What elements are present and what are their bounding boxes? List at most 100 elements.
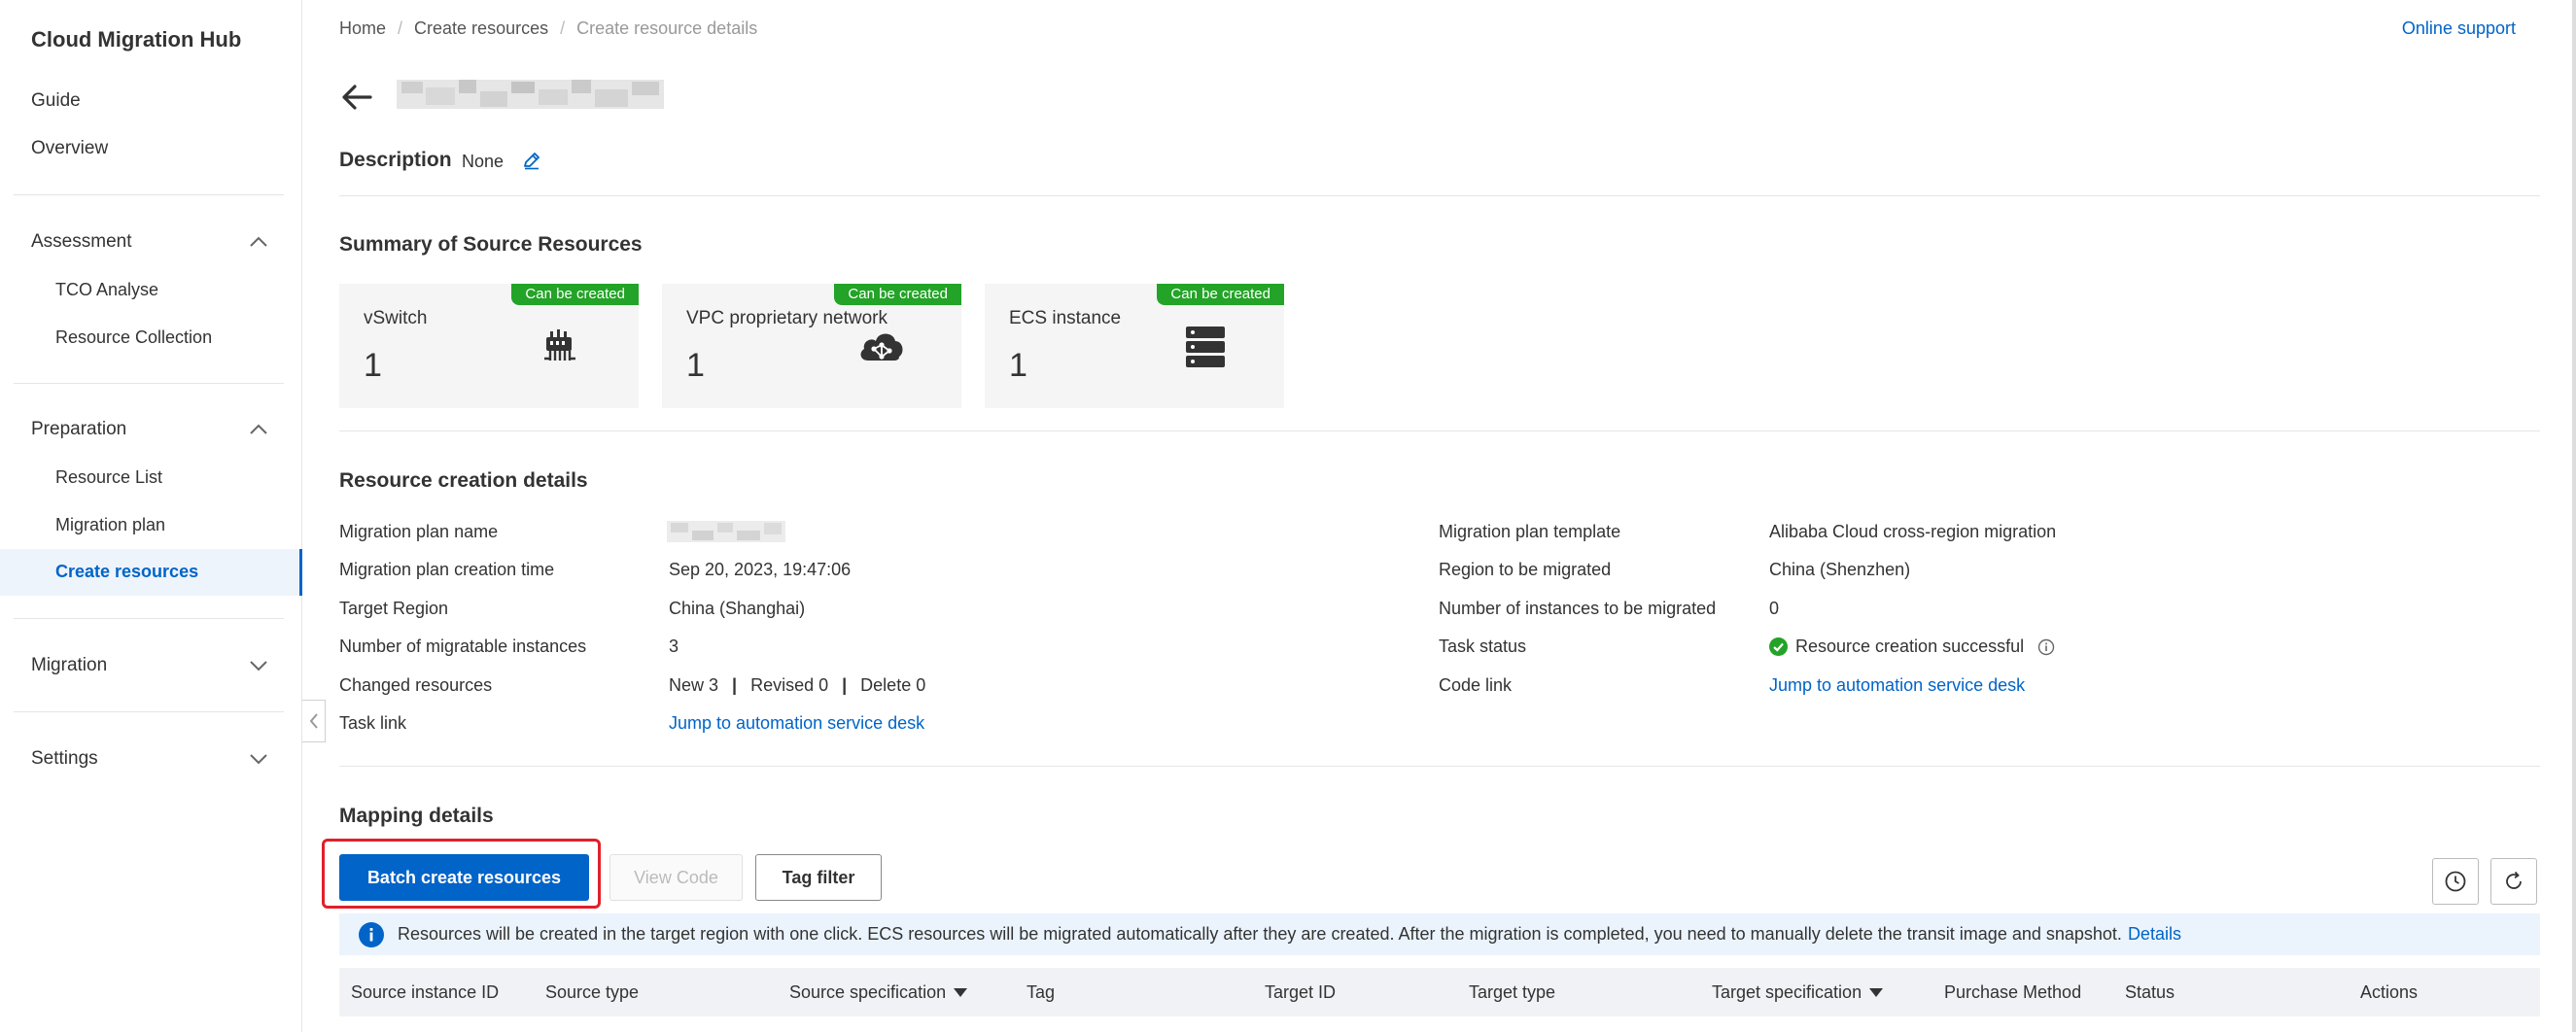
- task-status-label: Task status: [1439, 636, 1527, 656]
- chevron-up-icon: [250, 424, 267, 434]
- online-support-link[interactable]: Online support: [2402, 18, 2516, 39]
- card-label: VPC proprietary network: [686, 308, 888, 328]
- changed-revised: Revised 0: [750, 675, 829, 695]
- plan-name-redacted: [667, 521, 785, 542]
- breadcrumb-current: Create resource details: [576, 18, 758, 38]
- plan-template-value: Alibaba Cloud cross-region migration: [1769, 522, 2057, 541]
- changed-delete: Delete 0: [860, 675, 926, 695]
- code-link-label: Code link: [1439, 675, 1513, 695]
- instances-migrated-value: 0: [1769, 599, 1780, 618]
- vswitch-icon: [544, 329, 575, 361]
- sidebar-divider: [14, 194, 284, 195]
- breadcrumb-create-resources[interactable]: Create resources: [414, 18, 548, 39]
- column-target-specification[interactable]: Target specification: [1712, 982, 1884, 1003]
- card-value: 1: [364, 347, 382, 384]
- notice-details-link[interactable]: Details: [2128, 924, 2181, 945]
- breadcrumb-separator: /: [560, 18, 566, 38]
- column-tag: Tag: [1027, 982, 1055, 1003]
- sidebar-divider: [14, 383, 284, 384]
- info-icon: [359, 921, 384, 947]
- task-link[interactable]: Jump to automation service desk: [669, 713, 924, 734]
- cloud-network-icon: [860, 333, 903, 361]
- scrollbar[interactable]: [2572, 0, 2576, 1032]
- task-status-value: Resource creation successful: [1795, 636, 2025, 656]
- success-check-icon: [1769, 637, 1788, 656]
- sidebar-group-migration[interactable]: Migration: [31, 655, 269, 676]
- changed-resources-label: Changed resources: [339, 675, 493, 695]
- column-label: Tag: [1027, 982, 1056, 1002]
- notice-text: Resources will be created in the target …: [398, 924, 2122, 944]
- sidebar-collapse-button[interactable]: [302, 700, 326, 742]
- column-label: Source instance ID: [351, 982, 500, 1002]
- column-label: Target type: [1469, 982, 1556, 1002]
- column-source-specification[interactable]: Source specification: [789, 982, 968, 1003]
- sidebar-group-assessment[interactable]: Assessment: [31, 231, 269, 253]
- app-title: Cloud Migration Hub: [31, 27, 242, 52]
- sidebar-divider: [14, 618, 284, 619]
- summary-card-vswitch: Can be created vSwitch 1: [339, 284, 639, 408]
- clock-icon: [2445, 871, 2466, 892]
- chevron-up-icon: [250, 236, 267, 247]
- status-badge: Can be created: [834, 284, 961, 305]
- breadcrumb-home[interactable]: Home: [339, 18, 386, 39]
- migratable-instances-value: 3: [669, 636, 679, 656]
- column-status: Status: [2125, 982, 2175, 1003]
- back-arrow-icon[interactable]: [339, 82, 374, 113]
- sidebar-divider: [14, 711, 284, 712]
- target-region-label: Target Region: [339, 599, 449, 618]
- edit-icon[interactable]: [522, 151, 541, 170]
- description-value: None: [462, 152, 505, 171]
- tag-filter-button[interactable]: Tag filter: [755, 854, 882, 901]
- column-label: Status: [2125, 982, 2176, 1002]
- migratable-instances-label: Number of migratable instances: [339, 636, 587, 656]
- batch-create-button[interactable]: Batch create resources: [339, 854, 589, 901]
- changed-resources-value: New 3 | Revised 0 | Delete 0: [669, 675, 926, 695]
- task-status: Resource creation successful: [1769, 636, 2055, 657]
- refresh-icon: [2506, 871, 2522, 889]
- view-code-button[interactable]: View Code: [609, 854, 743, 901]
- plan-template-label: Migration plan template: [1439, 522, 1621, 541]
- sidebar-item-resource-collection[interactable]: Resource Collection: [55, 327, 212, 348]
- card-value: 1: [1009, 347, 1027, 384]
- refresh-button[interactable]: [2490, 858, 2537, 905]
- code-link[interactable]: Jump to automation service desk: [1769, 675, 2025, 696]
- sidebar-item-overview[interactable]: Overview: [31, 138, 108, 159]
- column-source-instance-id: Source instance ID: [351, 982, 499, 1003]
- sidebar-group-preparation[interactable]: Preparation: [31, 419, 269, 440]
- instances-migrated-label: Number of instances to be migrated: [1439, 599, 1717, 618]
- status-badge: Can be created: [1157, 284, 1284, 305]
- sidebar-group-label: Assessment: [31, 231, 132, 252]
- divider: [339, 766, 2540, 767]
- breadcrumb: Home / Create resources / Create resourc…: [339, 18, 757, 39]
- sidebar-group-settings[interactable]: Settings: [31, 748, 269, 770]
- info-notice: Resources will be created in the target …: [339, 913, 2540, 955]
- description-label: Description: [339, 149, 452, 171]
- column-label: Target specification: [1712, 982, 1862, 1002]
- sidebar: Cloud Migration Hub Guide Overview Asses…: [0, 0, 302, 1032]
- table-header: Source instance ID Source type Source sp…: [339, 968, 2540, 1016]
- history-button[interactable]: [2432, 858, 2479, 905]
- sort-down-icon[interactable]: [954, 988, 968, 997]
- info-icon[interactable]: [2037, 638, 2055, 656]
- details-title: Resource creation details: [339, 469, 588, 492]
- sidebar-group-label: Settings: [31, 748, 98, 769]
- column-label: Target ID: [1265, 982, 1337, 1002]
- sidebar-item-resource-list[interactable]: Resource List: [55, 467, 162, 488]
- sidebar-item-guide[interactable]: Guide: [31, 90, 81, 112]
- status-badge: Can be created: [511, 284, 639, 305]
- column-label: Actions: [2360, 982, 2419, 1002]
- mapping-title: Mapping details: [339, 805, 494, 827]
- sidebar-item-tco-analyse[interactable]: TCO Analyse: [55, 280, 158, 300]
- sort-down-icon[interactable]: [1869, 988, 1884, 997]
- creation-time-value: Sep 20, 2023, 19:47:06: [669, 560, 852, 579]
- sidebar-group-label: Preparation: [31, 419, 127, 439]
- sidebar-item-migration-plan[interactable]: Migration plan: [55, 515, 165, 535]
- breadcrumb-separator: /: [398, 18, 403, 38]
- divider: [339, 430, 2540, 431]
- plan-name-label: Migration plan name: [339, 522, 499, 541]
- summary-card-vpc: Can be created VPC proprietary network 1: [662, 284, 961, 408]
- column-purchase-method: Purchase Method: [1944, 982, 2081, 1003]
- target-region-value: China (Shanghai): [669, 599, 806, 618]
- sidebar-item-create-resources[interactable]: Create resources: [55, 562, 198, 582]
- task-link-label: Task link: [339, 713, 407, 733]
